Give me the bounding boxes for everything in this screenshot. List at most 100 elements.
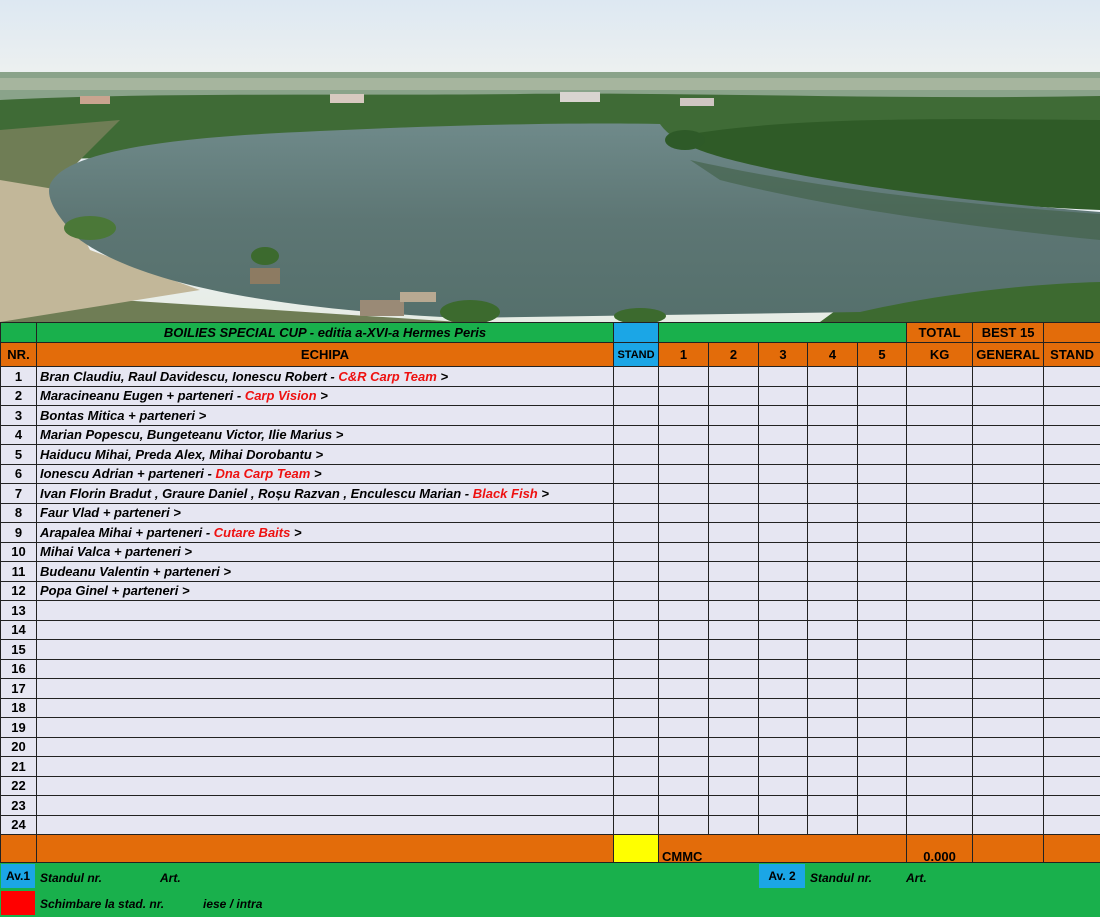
stand-cell[interactable] — [614, 425, 659, 445]
final-stand-cell[interactable] — [1044, 523, 1100, 543]
round-3-cell[interactable] — [759, 406, 808, 426]
round-3-cell[interactable] — [759, 698, 808, 718]
stand-cell[interactable] — [614, 367, 659, 387]
total-kg-cell[interactable] — [907, 523, 973, 543]
round-3-cell[interactable] — [759, 542, 808, 562]
round-2-cell[interactable] — [709, 464, 759, 484]
round-3-cell[interactable] — [759, 776, 808, 796]
best-general-cell[interactable] — [973, 698, 1044, 718]
round-3-cell[interactable] — [759, 484, 808, 504]
round-5-cell[interactable] — [858, 698, 907, 718]
round-3-cell[interactable] — [759, 640, 808, 660]
final-stand-cell[interactable] — [1044, 542, 1100, 562]
round-4-cell[interactable] — [808, 523, 858, 543]
final-stand-cell[interactable] — [1044, 503, 1100, 523]
total-kg-cell[interactable] — [907, 698, 973, 718]
round-4-cell[interactable] — [808, 484, 858, 504]
round-4-cell[interactable] — [808, 757, 858, 777]
round-4-cell[interactable] — [808, 620, 858, 640]
team-name-cell[interactable]: Ivan Florin Bradut , Graure Daniel , Roș… — [37, 484, 614, 504]
total-kg-cell[interactable] — [907, 445, 973, 465]
round-1-cell[interactable] — [659, 718, 709, 738]
round-1-cell[interactable] — [659, 464, 709, 484]
stand-cell[interactable] — [614, 386, 659, 406]
round-1-cell[interactable] — [659, 737, 709, 757]
round-2-cell[interactable] — [709, 542, 759, 562]
round-2-cell[interactable] — [709, 640, 759, 660]
round-5-cell[interactable] — [858, 737, 907, 757]
best-general-cell[interactable] — [973, 581, 1044, 601]
round-1-cell[interactable] — [659, 640, 709, 660]
round-5-cell[interactable] — [858, 484, 907, 504]
round-5-cell[interactable] — [858, 581, 907, 601]
round-3-cell[interactable] — [759, 601, 808, 621]
round-1-cell[interactable] — [659, 698, 709, 718]
round-5-cell[interactable] — [858, 620, 907, 640]
round-5-cell[interactable] — [858, 815, 907, 835]
round-3-cell[interactable] — [759, 523, 808, 543]
total-kg-cell[interactable] — [907, 776, 973, 796]
team-name-cell[interactable]: Maracineanu Eugen + parteneri - Carp Vis… — [37, 386, 614, 406]
best-general-cell[interactable] — [973, 562, 1044, 582]
round-1-cell[interactable] — [659, 562, 709, 582]
round-4-cell[interactable] — [808, 776, 858, 796]
best-general-cell[interactable] — [973, 620, 1044, 640]
round-2-cell[interactable] — [709, 776, 759, 796]
round-1-cell[interactable] — [659, 776, 709, 796]
round-1-cell[interactable] — [659, 367, 709, 387]
round-1-cell[interactable] — [659, 406, 709, 426]
round-3-cell[interactable] — [759, 425, 808, 445]
round-3-cell[interactable] — [759, 367, 808, 387]
stand-cell[interactable] — [614, 406, 659, 426]
total-kg-cell[interactable] — [907, 406, 973, 426]
round-5-cell[interactable] — [858, 659, 907, 679]
round-4-cell[interactable] — [808, 406, 858, 426]
total-kg-cell[interactable] — [907, 815, 973, 835]
round-2-cell[interactable] — [709, 796, 759, 816]
team-name-cell[interactable] — [37, 757, 614, 777]
round-4-cell[interactable] — [808, 718, 858, 738]
best-general-cell[interactable] — [973, 796, 1044, 816]
stand-cell[interactable] — [614, 503, 659, 523]
final-stand-cell[interactable] — [1044, 406, 1100, 426]
round-4-cell[interactable] — [808, 425, 858, 445]
team-name-cell[interactable] — [37, 737, 614, 757]
round-4-cell[interactable] — [808, 659, 858, 679]
round-2-cell[interactable] — [709, 562, 759, 582]
round-3-cell[interactable] — [759, 718, 808, 738]
best-general-cell[interactable] — [973, 445, 1044, 465]
team-name-cell[interactable]: Ionescu Adrian + parteneri - Dna Carp Te… — [37, 464, 614, 484]
round-4-cell[interactable] — [808, 815, 858, 835]
round-3-cell[interactable] — [759, 581, 808, 601]
final-stand-cell[interactable] — [1044, 445, 1100, 465]
round-5-cell[interactable] — [858, 776, 907, 796]
stand-cell[interactable] — [614, 581, 659, 601]
best-general-cell[interactable] — [973, 425, 1044, 445]
stand-cell[interactable] — [614, 601, 659, 621]
round-4-cell[interactable] — [808, 386, 858, 406]
total-kg-cell[interactable] — [907, 640, 973, 660]
round-2-cell[interactable] — [709, 523, 759, 543]
round-2-cell[interactable] — [709, 737, 759, 757]
final-stand-cell[interactable] — [1044, 581, 1100, 601]
stand-cell[interactable] — [614, 776, 659, 796]
stand-cell[interactable] — [614, 562, 659, 582]
total-kg-cell[interactable] — [907, 737, 973, 757]
round-5-cell[interactable] — [858, 503, 907, 523]
round-3-cell[interactable] — [759, 386, 808, 406]
team-name-cell[interactable]: Mihai Valca + parteneri > — [37, 542, 614, 562]
team-name-cell[interactable]: Budeanu Valentin + parteneri > — [37, 562, 614, 582]
round-5-cell[interactable] — [858, 640, 907, 660]
best-general-cell[interactable] — [973, 386, 1044, 406]
best-general-cell[interactable] — [973, 737, 1044, 757]
round-2-cell[interactable] — [709, 581, 759, 601]
team-name-cell[interactable] — [37, 698, 614, 718]
best-general-cell[interactable] — [973, 640, 1044, 660]
team-name-cell[interactable] — [37, 601, 614, 621]
round-4-cell[interactable] — [808, 737, 858, 757]
final-stand-cell[interactable] — [1044, 718, 1100, 738]
final-stand-cell[interactable] — [1044, 659, 1100, 679]
round-1-cell[interactable] — [659, 581, 709, 601]
round-3-cell[interactable] — [759, 620, 808, 640]
final-stand-cell[interactable] — [1044, 425, 1100, 445]
